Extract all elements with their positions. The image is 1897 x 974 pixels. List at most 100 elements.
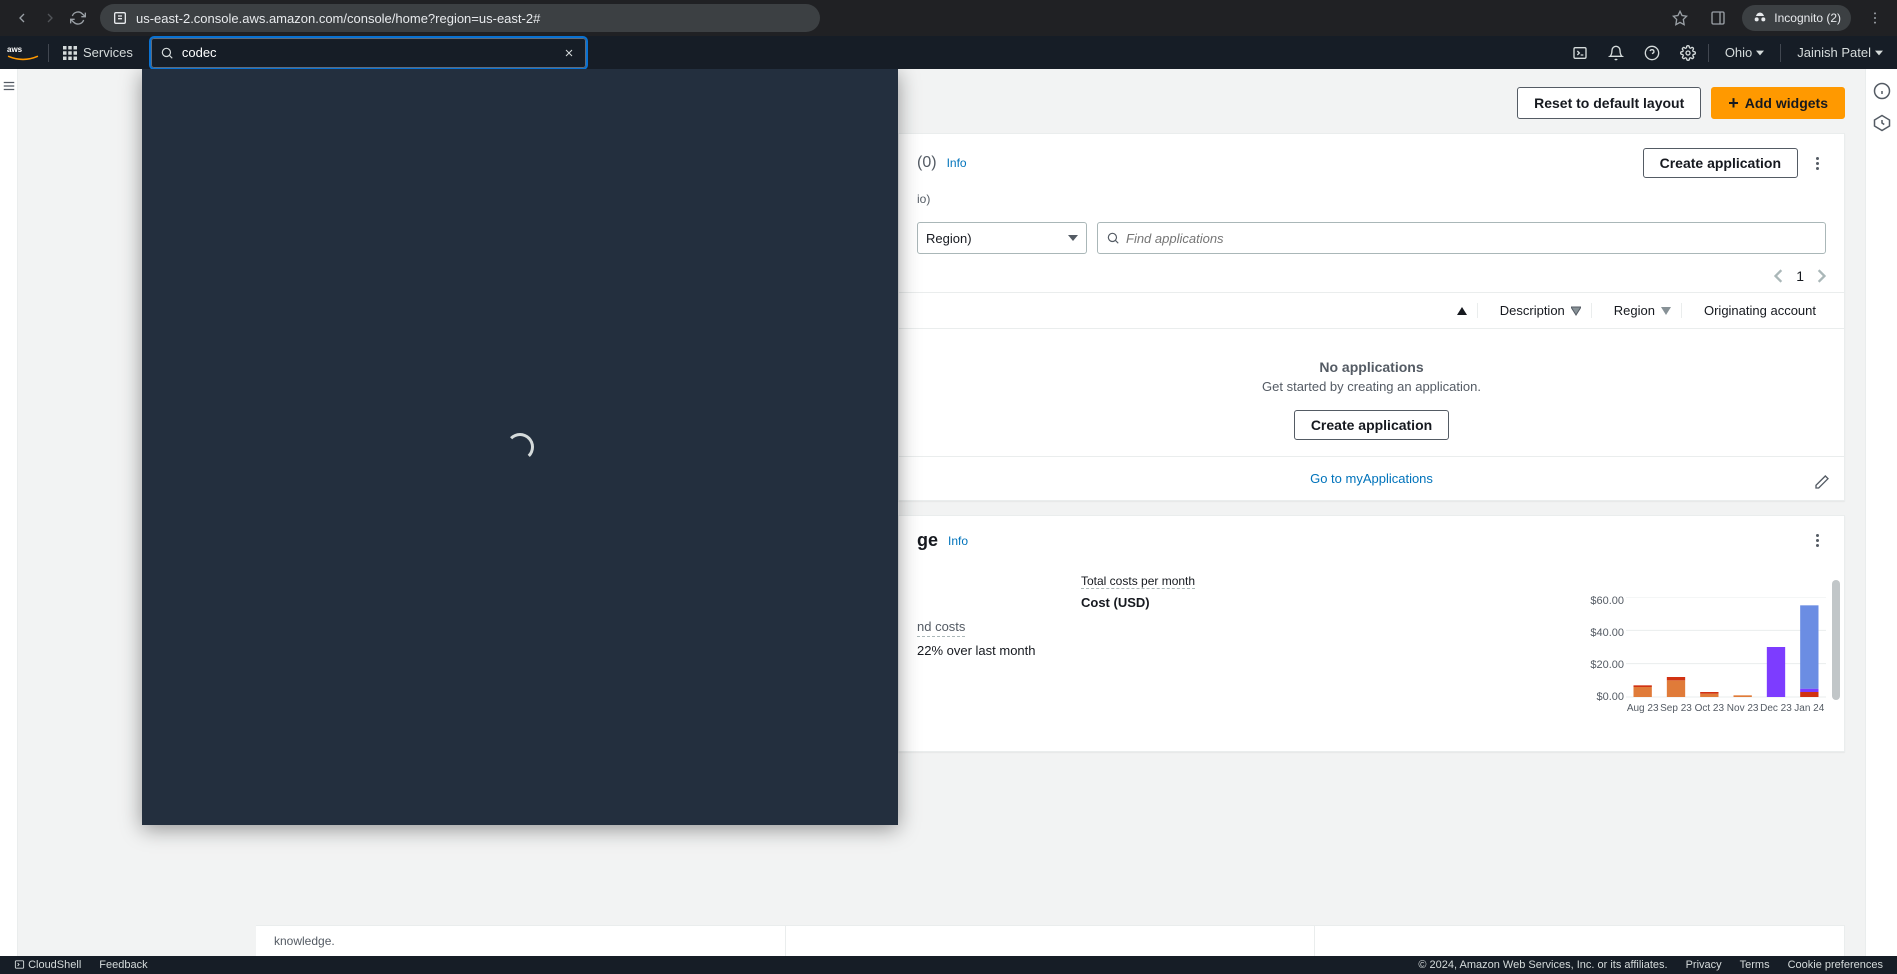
page-prev-button[interactable] [1774, 269, 1784, 283]
browser-menu-button[interactable] [1861, 4, 1889, 32]
console-footer: CloudShell Feedback © 2024, Amazon Web S… [0, 956, 1897, 974]
site-settings-icon [112, 10, 128, 26]
account-menu[interactable]: Jainish Patel [1783, 36, 1897, 69]
footer-feedback-link[interactable]: Feedback [99, 959, 147, 971]
notifications-icon[interactable] [1598, 36, 1634, 69]
services-label: Services [83, 45, 133, 60]
empty-title: No applications [917, 359, 1826, 375]
xtick: Oct 23 [1693, 703, 1726, 714]
settings-icon[interactable] [1670, 36, 1706, 69]
search-clear-button[interactable] [561, 45, 577, 61]
add-widgets-label: Add widgets [1745, 95, 1828, 111]
applications-info-link[interactable]: Info [947, 156, 967, 170]
cost-trend-text: 22% over last month [917, 643, 1057, 658]
applications-count: (0) [917, 154, 937, 172]
footer-terms-link[interactable]: Terms [1740, 959, 1770, 971]
knowledge-cell: knowledge. [256, 926, 786, 956]
page-number: 1 [1796, 268, 1804, 284]
find-applications-box[interactable] [1097, 222, 1826, 254]
col-origin-label: Originating account [1704, 303, 1816, 318]
plus-icon: + [1728, 94, 1739, 112]
incognito-indicator[interactable]: Incognito (2) [1742, 5, 1851, 31]
edit-icon[interactable] [1814, 474, 1830, 490]
ytick-60: $60.00 [1590, 595, 1624, 607]
col-description-label: Description [1500, 303, 1565, 318]
browser-url-bar[interactable]: us-east-2.console.aws.amazon.com/console… [100, 4, 820, 32]
hamburger-icon [2, 79, 16, 93]
reset-layout-button[interactable]: Reset to default layout [1517, 87, 1701, 119]
pagination: 1 [899, 264, 1844, 292]
create-application-button[interactable]: Create application [1643, 148, 1798, 178]
panel-icon[interactable] [1704, 4, 1732, 32]
footer-cookie-link[interactable]: Cookie preferences [1788, 959, 1883, 971]
xtick: Nov 23 [1726, 703, 1759, 714]
global-search-input[interactable] [182, 45, 553, 60]
url-text: us-east-2.console.aws.amazon.com/console… [136, 11, 540, 26]
clock-panel-icon[interactable] [1872, 113, 1892, 133]
applications-empty-state: No applications Get started by creating … [899, 329, 1844, 456]
grid-icon [63, 46, 77, 60]
add-widgets-button[interactable]: + Add widgets [1711, 87, 1845, 119]
loading-spinner-icon [506, 433, 534, 461]
search-icon [1106, 231, 1120, 245]
col-region-label: Region [1614, 303, 1655, 318]
incognito-icon [1752, 10, 1768, 26]
find-applications-input[interactable] [1126, 231, 1817, 246]
sort-asc-icon[interactable] [1457, 306, 1467, 316]
knowledge-cell [1315, 926, 1845, 956]
widget-menu-button[interactable] [1808, 530, 1826, 551]
nav-divider [1780, 44, 1781, 62]
col-originating-account[interactable]: Originating account [1694, 303, 1826, 318]
ytick-20: $20.00 [1590, 659, 1624, 671]
aws-logo[interactable]: aws [0, 43, 46, 63]
ytick-0: $0.00 [1596, 691, 1624, 703]
region-label: Ohio [1725, 45, 1752, 60]
search-results-panel [142, 69, 898, 825]
region-selector[interactable]: Ohio [1711, 36, 1778, 69]
knowledge-widget-row: knowledge. [256, 925, 1845, 956]
aws-top-nav: aws Services Ohio Jainish Patel [0, 36, 1897, 69]
caret-down-icon [1756, 49, 1764, 57]
region-filter-select[interactable]: Region) [917, 222, 1087, 254]
nav-divider [1708, 44, 1709, 62]
cost-info-link[interactable]: Info [948, 534, 968, 548]
page-next-button[interactable] [1816, 269, 1826, 283]
xtick: Aug 23 [1626, 703, 1659, 714]
applications-widget: (0) Info Create application io) Region) [898, 133, 1845, 501]
region-filter-label: Region) [926, 231, 972, 246]
cost-widget-title-tail: ge [917, 530, 938, 551]
xtick: Sep 23 [1659, 703, 1692, 714]
go-to-myapplications-link[interactable]: Go to myApplications [1310, 471, 1433, 486]
empty-create-application-button[interactable]: Create application [1294, 410, 1449, 440]
footer-cloudshell-label: CloudShell [28, 959, 81, 971]
col-region[interactable]: Region [1604, 303, 1682, 318]
widget-scrollbar[interactable] [1832, 580, 1840, 700]
browser-reload-button[interactable] [64, 4, 92, 32]
info-panel-icon[interactable] [1872, 81, 1892, 101]
global-search-box[interactable] [151, 38, 586, 68]
footer-copyright: © 2024, Amazon Web Services, Inc. or its… [1418, 959, 1667, 971]
bookmark-icon[interactable] [1666, 4, 1694, 32]
widget-menu-button[interactable] [1808, 153, 1826, 174]
footer-cloudshell-link[interactable]: CloudShell [14, 959, 81, 971]
footer-privacy-link[interactable]: Privacy [1686, 959, 1722, 971]
browser-forward-button[interactable] [36, 4, 64, 32]
applications-table-header: Description Region Originating account [899, 292, 1844, 329]
services-menu-button[interactable]: Services [51, 36, 145, 69]
col-description[interactable]: Description [1490, 303, 1592, 318]
cost-stat-label: nd costs [917, 619, 965, 637]
chart-title: Total costs per month [1081, 574, 1195, 589]
help-icon[interactable] [1634, 36, 1670, 69]
left-rail-toggle[interactable] [0, 69, 18, 956]
nav-divider [48, 44, 49, 62]
sort-icon [1661, 306, 1671, 316]
account-label: Jainish Patel [1797, 45, 1871, 60]
empty-subtitle: Get started by creating an application. [917, 379, 1826, 394]
cost-usage-widget: ge Info nd costs 22% over last month Tot… [898, 515, 1845, 752]
cloudshell-icon[interactable] [1562, 36, 1598, 69]
console-home-content: Reset to default layout + Add widgets (0)… [18, 69, 1865, 956]
browser-back-button[interactable] [8, 4, 36, 32]
browser-chrome: us-east-2.console.aws.amazon.com/console… [0, 0, 1897, 36]
right-help-rail [1865, 69, 1897, 956]
incognito-label: Incognito (2) [1774, 11, 1841, 25]
